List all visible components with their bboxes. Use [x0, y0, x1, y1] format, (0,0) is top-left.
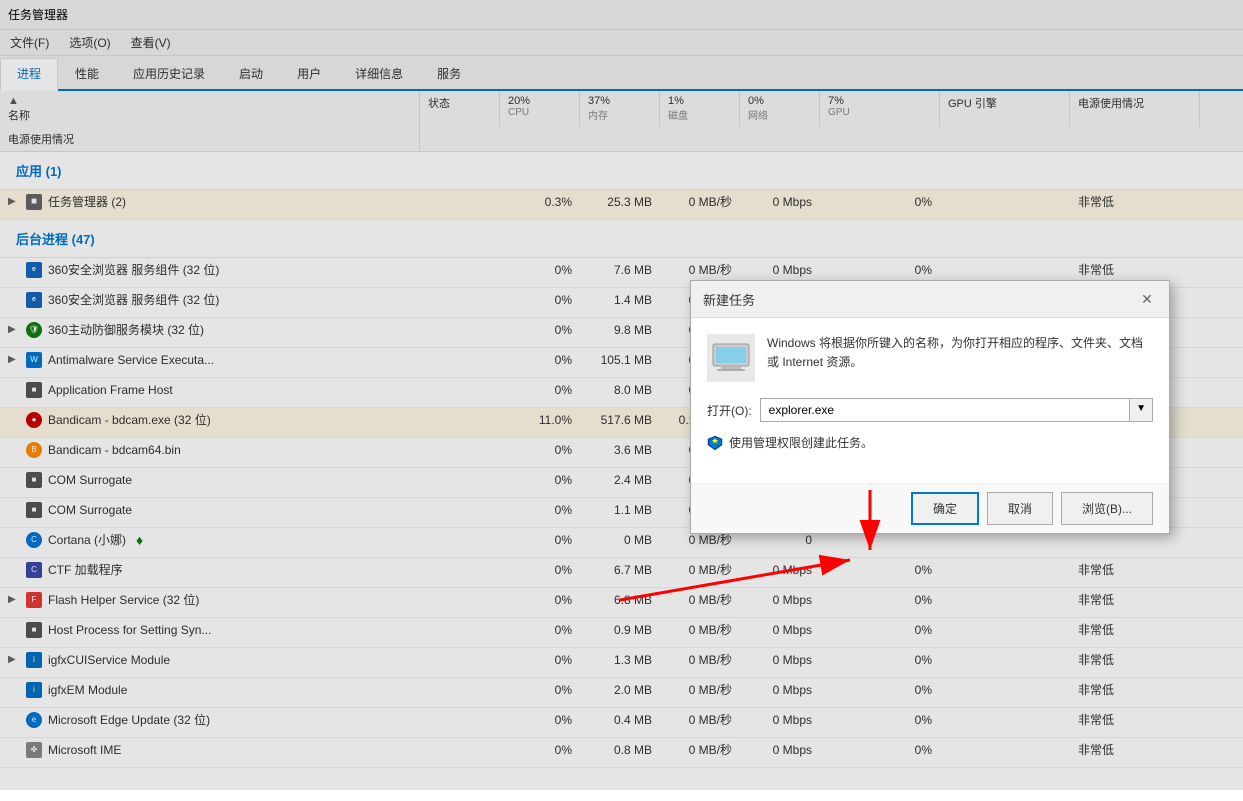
dialog-input-wrap: ▼	[760, 398, 1153, 422]
dialog-buttons: 确定 取消 浏览(B)...	[691, 483, 1169, 533]
dialog-cancel-button[interactable]: 取消	[987, 492, 1053, 525]
dialog-open-label: 打开(O):	[707, 402, 752, 419]
dialog-content: Windows 将根据你所键入的名称，为你打开相应的程序、文件夹、文档或 Int…	[691, 318, 1169, 483]
dialog-title: 新建任务	[703, 290, 755, 309]
dialog-open-field: 打开(O): ▼	[707, 398, 1153, 422]
new-task-dialog: 新建任务 ✕ Windows 将根据你所键入的名称，为你打开相应的程序、文件夹、…	[690, 280, 1170, 534]
dialog-open-input[interactable]	[761, 399, 1129, 421]
dialog-checkbox-text: 使用管理权限创建此任务。	[729, 434, 873, 451]
dialog-dropdown-button[interactable]: ▼	[1129, 399, 1152, 421]
dialog-checkbox-row: 使用管理权限创建此任务。	[707, 434, 1153, 451]
dialog-ok-button[interactable]: 确定	[911, 492, 979, 525]
shield-uac-icon	[707, 435, 723, 451]
dialog-close-button[interactable]: ✕	[1137, 289, 1157, 309]
dialog-browse-button[interactable]: 浏览(B)...	[1061, 492, 1153, 525]
dialog-description: Windows 将根据你所键入的名称，为你打开相应的程序、文件夹、文档或 Int…	[767, 334, 1153, 372]
dialog-top: Windows 将根据你所键入的名称，为你打开相应的程序、文件夹、文档或 Int…	[707, 334, 1153, 382]
dialog-computer-icon	[707, 334, 755, 382]
dialog-title-bar: 新建任务 ✕	[691, 281, 1169, 318]
